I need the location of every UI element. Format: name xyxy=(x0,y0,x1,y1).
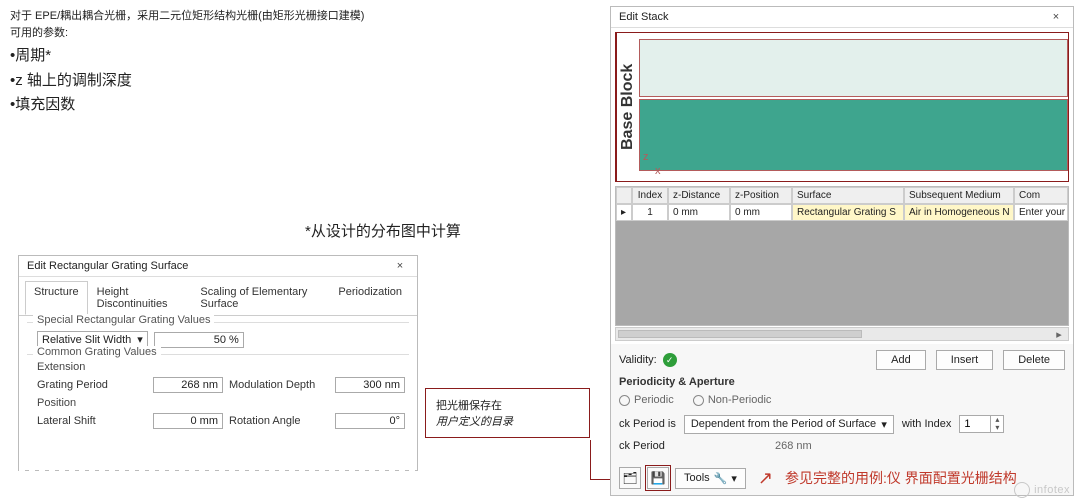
col-medium[interactable]: Subsequent Medium xyxy=(904,187,1014,204)
layer-upper xyxy=(639,39,1068,97)
periodicity-section: Periodicity & Aperture xyxy=(619,376,1065,388)
usecase-link[interactable]: 参见完整的用例:仪 界面配置光栅结构 xyxy=(785,470,1017,487)
modulation-depth-input[interactable]: 300 nm xyxy=(335,377,405,393)
group-common: Common Grating Values xyxy=(33,346,161,358)
relative-slit-value[interactable]: 50 % xyxy=(154,332,244,348)
axis-x-label: x xyxy=(655,165,661,177)
col-index[interactable]: Index xyxy=(632,187,668,204)
save-icon[interactable]: 💾 xyxy=(647,467,669,489)
lateral-shift-label: Lateral Shift xyxy=(37,415,147,427)
watermark-text: infotex xyxy=(1034,484,1070,496)
delete-button[interactable]: Delete xyxy=(1003,350,1065,370)
bullet-mod-depth: •z 轴上的调制深度 xyxy=(10,70,590,93)
cell-index: 1 xyxy=(632,204,668,221)
col-marker xyxy=(616,187,632,204)
watermark: infotex xyxy=(1014,482,1070,498)
check-icon: ✓ xyxy=(663,353,677,367)
surface-index-input[interactable] xyxy=(960,416,990,432)
grating-period-input[interactable]: 268 nm xyxy=(153,377,223,393)
tools-button[interactable]: Tools 🔧▾ xyxy=(675,468,746,489)
sub-position: Position xyxy=(37,397,409,409)
radio-nonperiodic-label: Non-Periodic xyxy=(708,394,772,406)
col-comment[interactable]: Com xyxy=(1014,187,1068,204)
base-block-label: Base Block xyxy=(616,33,639,181)
relative-slit-label: Relative Slit Width xyxy=(42,334,131,346)
window-edit-stack: Edit Stack × Base Block x z Index z-Dist… xyxy=(610,6,1074,496)
insert-button[interactable]: Insert xyxy=(936,350,994,370)
cell-comment[interactable]: Enter your commen xyxy=(1014,204,1068,221)
cell-zdistance[interactable]: 0 mm xyxy=(668,204,730,221)
ergs-title: Edit Rectangular Grating Surface xyxy=(27,260,188,272)
col-surface[interactable]: Surface xyxy=(792,187,904,204)
sub-extension: Extension xyxy=(37,361,409,373)
share-icon: ↗ xyxy=(758,468,773,489)
col-zposition[interactable]: z-Position xyxy=(730,187,792,204)
tab-height[interactable]: Height Discontinuities xyxy=(88,281,192,315)
cell-surface[interactable]: Rectangular Grating S xyxy=(792,204,904,221)
scroll-right-icon[interactable]: ▸ xyxy=(1052,328,1066,341)
chevron-down-icon: ▾ xyxy=(881,418,887,431)
stack-diagram: Base Block x z xyxy=(615,32,1069,182)
torn-edge xyxy=(19,460,417,472)
grating-period-label: Grating Period xyxy=(37,379,147,391)
scrollbar-thumb[interactable] xyxy=(618,330,862,338)
radio-icon xyxy=(693,395,704,406)
period-source-value: Dependent from the Period of Surface xyxy=(691,418,876,430)
period-source-select[interactable]: Dependent from the Period of Surface ▾ xyxy=(684,415,894,434)
radio-icon xyxy=(619,395,630,406)
radio-periodic[interactable]: Periodic xyxy=(619,394,674,406)
modulation-depth-label: Modulation Depth xyxy=(229,379,329,391)
bullet-fill: •填充因数 xyxy=(10,94,590,117)
callout-line1: 把光栅保存在 xyxy=(436,397,579,413)
axis-z-label: z xyxy=(643,151,649,163)
desc-paragraph-2: 可用的参数: xyxy=(10,25,590,42)
col-zdistance[interactable]: z-Distance xyxy=(668,187,730,204)
radio-non-periodic[interactable]: Non-Periodic xyxy=(693,394,772,406)
save-callout: 把光栅保存在 用户定义的目录 xyxy=(425,388,590,438)
layer-table[interactable]: Index z-Distance z-Position Surface Subs… xyxy=(615,186,1069,326)
globe-icon xyxy=(1014,482,1030,498)
bullet-period: •周期* xyxy=(10,45,590,68)
tab-structure[interactable]: Structure xyxy=(25,281,88,315)
close-icon[interactable]: × xyxy=(1047,11,1065,23)
stack-period-label: ck Period xyxy=(619,440,677,452)
close-icon[interactable]: × xyxy=(391,260,409,272)
row-marker-icon: ▸ xyxy=(616,204,632,221)
stack-period-is-label: ck Period is xyxy=(619,418,676,430)
chevron-down-icon: ▾ xyxy=(137,333,143,346)
chevron-down-icon: ▾ xyxy=(731,472,737,485)
radio-periodic-label: Periodic xyxy=(634,394,674,406)
surface-index-spinner[interactable]: ▴▾ xyxy=(959,415,1004,433)
group-special: Special Rectangular Grating Values xyxy=(33,314,214,326)
wrench-icon: 🔧 xyxy=(714,472,728,485)
rotation-angle-label: Rotation Angle xyxy=(229,415,329,427)
callout-line2: 用户定义的目录 xyxy=(436,413,579,429)
table-scrollbar[interactable]: ▸ xyxy=(615,327,1069,341)
add-button[interactable]: Add xyxy=(876,350,926,370)
validity-label: Validity: xyxy=(619,354,657,366)
rotation-angle-input[interactable]: 0° xyxy=(335,413,405,429)
lateral-shift-input[interactable]: 0 mm xyxy=(153,413,223,429)
layer-lower xyxy=(639,99,1068,171)
with-index-label: with Index xyxy=(902,418,952,430)
spin-down-icon[interactable]: ▾ xyxy=(991,424,1003,432)
cell-medium[interactable]: Air in Homogeneous N xyxy=(904,204,1014,221)
stack-title: Edit Stack xyxy=(619,11,669,23)
cell-zposition[interactable]: 0 mm xyxy=(730,204,792,221)
window-edit-rect-grating: Edit Rectangular Grating Surface × Struc… xyxy=(18,255,418,471)
asterisk-note: *从设计的分布图中计算 xyxy=(305,220,461,241)
stack-period-value: 268 nm xyxy=(775,440,812,452)
desc-paragraph-1: 对于 EPE/耦出耦合光栅，采用二元位矩形结构光栅(由矩形光栅接口建模) xyxy=(10,8,590,25)
tab-scaling[interactable]: Scaling of Elementary Surface xyxy=(191,281,329,315)
table-row[interactable]: ▸ 1 0 mm 0 mm Rectangular Grating S Air … xyxy=(616,204,1068,221)
open-icon[interactable]: 🗂 xyxy=(619,467,641,489)
tab-periodization[interactable]: Periodization xyxy=(329,281,411,315)
tools-label: Tools xyxy=(684,472,710,484)
